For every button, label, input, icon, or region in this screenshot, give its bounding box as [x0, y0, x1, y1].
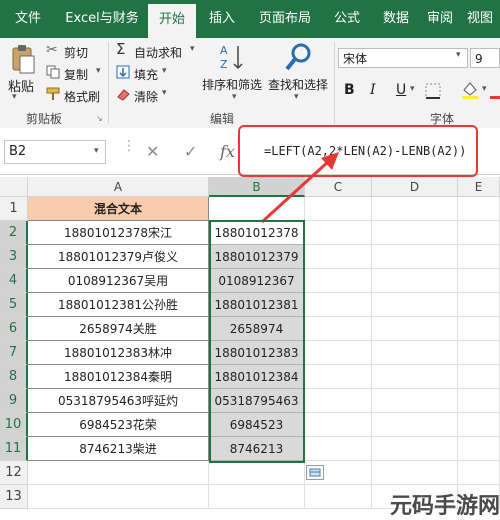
annotation-arrow [260, 152, 339, 224]
watermark: 元码手游网 [390, 494, 500, 519]
quick-analysis-icon[interactable] [306, 465, 324, 480]
